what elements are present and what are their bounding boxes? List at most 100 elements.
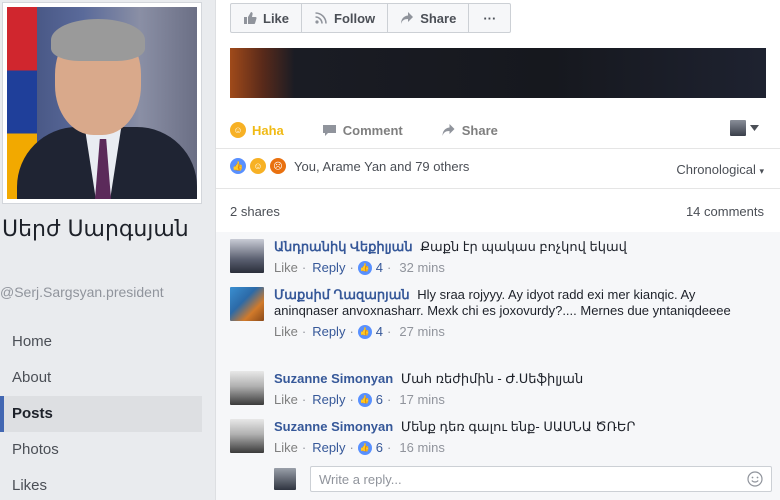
comment-like-link[interactable]: Like — [274, 440, 298, 455]
comment-label: Comment — [342, 122, 403, 138]
page-action-bar: Like Follow Share ··· — [230, 3, 512, 33]
nav-item-photos[interactable]: Photos — [0, 432, 202, 468]
comment-reaction-count[interactable]: 4 — [376, 260, 383, 275]
comment-time[interactable]: 16 mins — [399, 440, 445, 455]
profile-picture[interactable] — [2, 2, 202, 204]
separator: · — [349, 392, 354, 407]
comment-author[interactable]: Suzanne Simonyan — [274, 371, 393, 386]
post-card: Like Follow Share ··· ☺ Haha Comment Sha… — [215, 0, 780, 500]
share-arrow-icon — [401, 12, 414, 24]
comment-reply-link[interactable]: Reply — [312, 440, 345, 455]
comment-time[interactable]: 17 mins — [399, 392, 445, 407]
more-dots-icon: ··· — [483, 10, 497, 26]
separator: · — [349, 260, 354, 275]
angry-reaction-icon: ☹ — [270, 158, 286, 174]
reply-composer: Write a reply... — [274, 466, 772, 492]
page-share-button[interactable]: Share — [388, 3, 470, 33]
commenter-avatar[interactable] — [230, 239, 264, 273]
comment-text-line: Suzanne Simonyan Մահ ռեժիմին - Ժ.Սեֆիլյա… — [274, 371, 744, 387]
comments-count[interactable]: 14 comments — [686, 204, 764, 219]
comment-reply-link[interactable]: Reply — [312, 324, 345, 339]
like-reaction-icon: 👍 — [357, 324, 372, 339]
share-button[interactable]: Share — [441, 123, 498, 138]
like-reaction-icon: 👍 — [357, 260, 372, 275]
post-video[interactable] — [230, 48, 766, 98]
comment-reaction-count[interactable]: 4 — [376, 324, 383, 339]
nav-item-posts[interactable]: Posts — [0, 396, 202, 432]
reply-placeholder: Write a reply... — [319, 471, 402, 487]
comment-button[interactable]: Comment — [322, 123, 403, 138]
comment-text: Մահ ռեժիմին - Ժ.Սեֆիլյան — [400, 371, 584, 386]
reactions-summary[interactable]: 👍 ☺ ☹ You, Arame Yan and 79 others — [230, 158, 469, 174]
page-nav: Home About Posts Photos Likes — [0, 324, 202, 500]
separator: · — [301, 324, 307, 339]
page-follow-label: Follow — [334, 10, 376, 26]
page-share-label: Share — [420, 10, 457, 26]
separator: · — [349, 440, 354, 455]
commenter-avatar[interactable] — [230, 371, 264, 405]
sort-label: Chronological — [676, 162, 756, 177]
separator: · — [387, 260, 392, 275]
nav-item-home[interactable]: Home — [0, 324, 202, 360]
commenter-avatar[interactable] — [230, 419, 264, 453]
comment-author[interactable]: Անդրանիկ Վեքիլյան — [274, 239, 413, 254]
comment-meta: Like · Reply · 👍 6 · 16 mins — [274, 440, 744, 455]
comment-item: Suzanne Simonyan Մենք դեռ գալու ենք- ՍԱՍ… — [230, 419, 744, 455]
comment-like-link[interactable]: Like — [274, 392, 298, 407]
comment-item: Մաքսիմ Ղազարյան Hly sraa rojyyy. Ay idyo… — [230, 287, 744, 339]
nav-item-about[interactable]: About — [0, 360, 202, 396]
comment-text-line: Անդրանիկ Վեքիլյան Քաքն էր պակաս բոչկով ե… — [274, 239, 744, 255]
comment-author[interactable]: Մաքսիմ Ղազարյան — [274, 287, 410, 302]
share-label: Share — [461, 122, 498, 138]
comment-text: Մենք դեռ գալու ենք- ՍԱՍՆԱ ԾՌԵՐ — [400, 419, 636, 434]
divider — [216, 188, 780, 189]
emoji-smiley-icon[interactable] — [747, 471, 763, 487]
comment-meta: Like · Reply · 👍 4 · 27 mins — [274, 324, 744, 339]
reactions-text: You, Arame Yan and 79 others — [294, 158, 470, 174]
haha-label: Haha — [252, 122, 284, 138]
comment-item: Անդրանիկ Վեքիլյան Քաքն էր պակաս բոչկով ե… — [230, 239, 744, 275]
page-follow-button[interactable]: Follow — [302, 3, 389, 33]
comment-time[interactable]: 32 mins — [399, 260, 445, 275]
rss-icon — [315, 12, 327, 24]
comment-meta: Like · Reply · 👍 6 · 17 mins — [274, 392, 744, 407]
page-like-label: Like — [263, 10, 290, 26]
comment-like-link[interactable]: Like — [274, 260, 298, 275]
page-like-button[interactable]: Like — [230, 3, 303, 33]
like-reaction-icon: 👍 — [357, 440, 372, 455]
thumbs-up-icon — [244, 12, 257, 24]
separator: · — [301, 260, 307, 275]
nav-item-likes[interactable]: Likes — [0, 468, 202, 500]
comment-reaction-count[interactable]: 6 — [376, 392, 383, 407]
profile-name[interactable]: Սերժ Սարգսյան — [2, 216, 202, 244]
separator: · — [387, 440, 392, 455]
left-column: Սերժ Սարգսյան @Serj.Sargsyan.president H… — [0, 0, 210, 500]
comment-reaction-count[interactable]: 6 — [376, 440, 383, 455]
hair — [51, 19, 145, 61]
user-avatar — [274, 468, 296, 490]
comment-text-line: Suzanne Simonyan Մենք դեռ գալու ենք- ՍԱՍ… — [274, 419, 744, 435]
comment-sort-dropdown[interactable]: Chronological ▾ — [676, 162, 764, 177]
comment-reply-link[interactable]: Reply — [312, 260, 345, 275]
comment-time[interactable]: 27 mins — [399, 324, 445, 339]
commenter-avatar[interactable] — [230, 287, 264, 321]
post-action-bar: ☺ Haha Comment Share — [216, 114, 780, 146]
reply-input[interactable]: Write a reply... — [310, 466, 772, 492]
comment-bubble-icon — [322, 124, 336, 136]
comment-author[interactable]: Suzanne Simonyan — [274, 419, 393, 434]
more-options-button[interactable]: ··· — [469, 3, 512, 33]
haha-reaction-button[interactable]: ☺ Haha — [230, 122, 284, 138]
profile-photo — [7, 7, 197, 199]
caret-down-icon: ▾ — [759, 166, 764, 176]
separator: · — [349, 324, 354, 339]
haha-emoji-icon: ☺ — [230, 122, 246, 138]
like-reaction-icon: 👍 — [230, 158, 246, 174]
shares-count[interactable]: 2 shares — [230, 204, 280, 219]
profile-handle[interactable]: @Serj.Sargsyan.president — [0, 284, 164, 300]
divider — [216, 148, 780, 149]
comment-like-link[interactable]: Like — [274, 324, 298, 339]
share-arrow-icon — [442, 124, 455, 136]
post-as-selector[interactable] — [730, 120, 759, 136]
comment-text-line: Մաքսիմ Ղազարյան Hly sraa rojyyy. Ay idyo… — [274, 287, 744, 319]
comment-reply-link[interactable]: Reply — [312, 392, 345, 407]
